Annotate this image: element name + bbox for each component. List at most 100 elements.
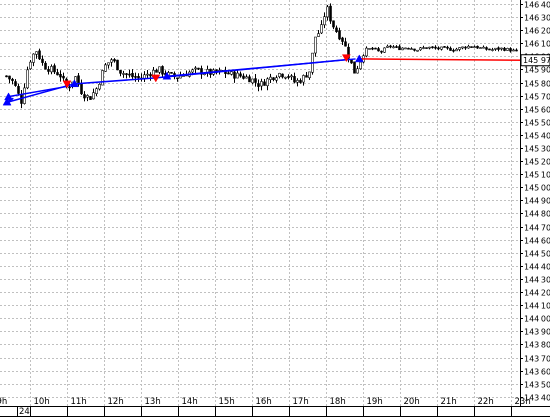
candle-body [155,69,158,73]
candle-body [479,47,482,49]
candle-body [371,47,374,50]
price-chart: 24 146 400146 300146 200146 100146 00014… [0,0,550,417]
time-tick-label: 22h [478,397,494,407]
price-tick-label: 145 200 [524,158,550,167]
price-tick-label: 144 500 [524,250,550,259]
candle-body [47,69,50,72]
price-tick-label: 145 300 [524,145,550,154]
price-tick-label: 145 700 [524,93,550,102]
time-tick-label: 13h [145,397,161,407]
candle-body [491,49,494,51]
candle-body [467,45,470,49]
candle-body [419,47,422,51]
candle-body [251,78,254,84]
candle-body [353,61,356,74]
candle-body [35,51,38,55]
candle-body [41,58,44,63]
candle-body [125,73,128,75]
price-tick-label: 146 200 [524,27,550,36]
candle-body [383,47,386,53]
price-tick-label: 143 500 [524,381,550,390]
candle-body [497,47,500,50]
candle-body [308,71,311,79]
candle-body [434,46,437,49]
candle-body [377,48,380,52]
price-tick-label: 143 600 [524,368,550,377]
candle-body [404,47,407,50]
candle-body [473,46,476,48]
candle-body [128,73,131,76]
candle-body [428,46,431,49]
candle-body [53,65,56,73]
candle-body [137,76,140,79]
candle-body [293,76,296,83]
candle-body [44,62,47,70]
price-tick-label: 145 800 [524,80,550,89]
candle-body [380,50,383,53]
time-tick-label: 20h [404,397,420,407]
candle-body [104,64,107,72]
candle-body [338,30,341,40]
price-tick-label: 144 800 [524,210,550,219]
time-tick-label: 11h [71,397,87,407]
candle-body [446,46,449,49]
candle-body [32,53,35,63]
price-tick-label: 143 800 [524,341,550,350]
candle-body [335,27,338,33]
candle-body [161,66,164,75]
candle-body [482,46,485,49]
candle-body [320,24,323,34]
price-tick-label: 145 500 [524,119,550,128]
candle-body [245,76,248,79]
candle-body [464,46,467,49]
candle-body [275,77,278,81]
candle-body [401,47,404,51]
price-tick-label: 144 200 [524,289,550,298]
candle-body [296,80,299,83]
candle-body [425,47,428,49]
candle-body [230,71,233,75]
candle-body [89,96,92,100]
candle-body [38,50,41,60]
candle-body [86,95,89,98]
candle-body [278,72,281,78]
candle-body [407,47,410,50]
candle-body [176,77,179,80]
candle-body [488,48,491,51]
candle-body [452,49,455,52]
candle-body [299,80,302,83]
candle-body [113,59,116,62]
candle-body [443,46,446,48]
candle-body [263,81,266,86]
candle-body [374,47,377,50]
time-tick-label: 18h [330,397,346,407]
candle-body [119,70,122,74]
candle-body [260,81,263,87]
candle-body [146,73,149,76]
candle-body [14,81,17,86]
candle-body [110,59,113,63]
price-tick-label: 143 900 [524,328,550,337]
candle-body [386,45,389,48]
candle-body [122,73,125,75]
candle-body [266,78,269,87]
candle-body [512,49,515,52]
price-tick-label: 146 100 [524,40,550,49]
candle-body [440,46,443,50]
candle-body [476,45,479,49]
candle-body [329,5,332,22]
candle-body [290,75,293,78]
candle-body [50,66,53,73]
candle-body [287,76,290,78]
candle-body [98,83,101,90]
time-tick-label: 10h [34,397,50,407]
price-tick-label: 145 400 [524,132,550,141]
price-tick-label: 145 600 [524,106,550,115]
candle-body [233,71,236,79]
candle-body [305,75,308,78]
price-tick-label: 145 900 [524,66,550,75]
candle-body [29,61,32,70]
candle-body [191,69,194,73]
candle-body [23,87,26,104]
price-tick-label: 144 400 [524,263,550,272]
